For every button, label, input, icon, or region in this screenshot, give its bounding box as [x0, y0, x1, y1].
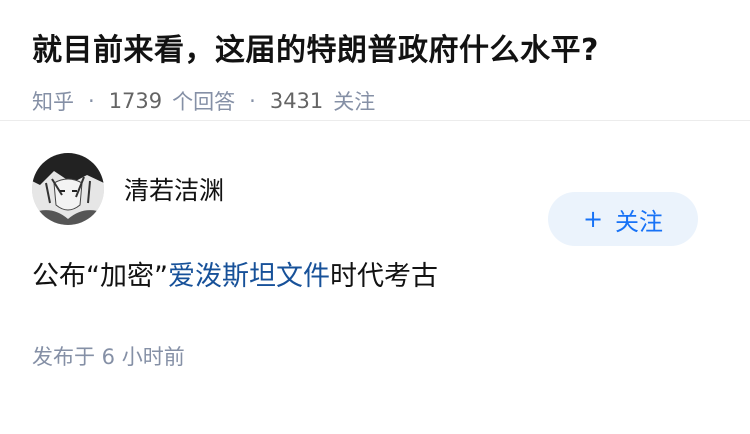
answer-count-label: 个回答	[172, 90, 236, 114]
answer-card: 清若洁渊 公布“加密”爱泼斯坦文件时代考古 发布于 6 小时前	[0, 121, 750, 371]
meta-separator: ·	[88, 89, 95, 113]
follow-button[interactable]: + 关注	[548, 192, 698, 246]
answer-count: 1739	[108, 89, 163, 113]
question-title[interactable]: 就目前来看，这届的特朗普政府什么水平?	[32, 30, 718, 72]
follower-count-label: 关注	[333, 90, 376, 114]
question-header: 就目前来看，这届的特朗普政府什么水平? 知乎 · 1739 个回答 · 3431…	[0, 0, 750, 121]
plus-icon: +	[582, 205, 604, 233]
answer-content: 公布“加密”爱泼斯坦文件时代考古	[32, 257, 718, 297]
question-meta: 知乎 · 1739 个回答 · 3431 关注	[32, 86, 718, 116]
avatar-image	[32, 153, 104, 225]
follower-count: 3431	[269, 89, 324, 113]
content-link[interactable]: 爱泼斯坦文件	[168, 261, 330, 292]
author-name[interactable]: 清若洁渊	[124, 171, 224, 207]
content-text-end: 时代考古	[329, 261, 438, 292]
meta-separator: ·	[249, 89, 256, 113]
avatar[interactable]	[32, 153, 104, 225]
source-label[interactable]: 知乎	[32, 86, 74, 116]
publish-time: 发布于 6 小时前	[32, 345, 185, 369]
follow-button-label: 关注	[615, 207, 664, 236]
content-text: 公布“加密”	[32, 261, 168, 292]
